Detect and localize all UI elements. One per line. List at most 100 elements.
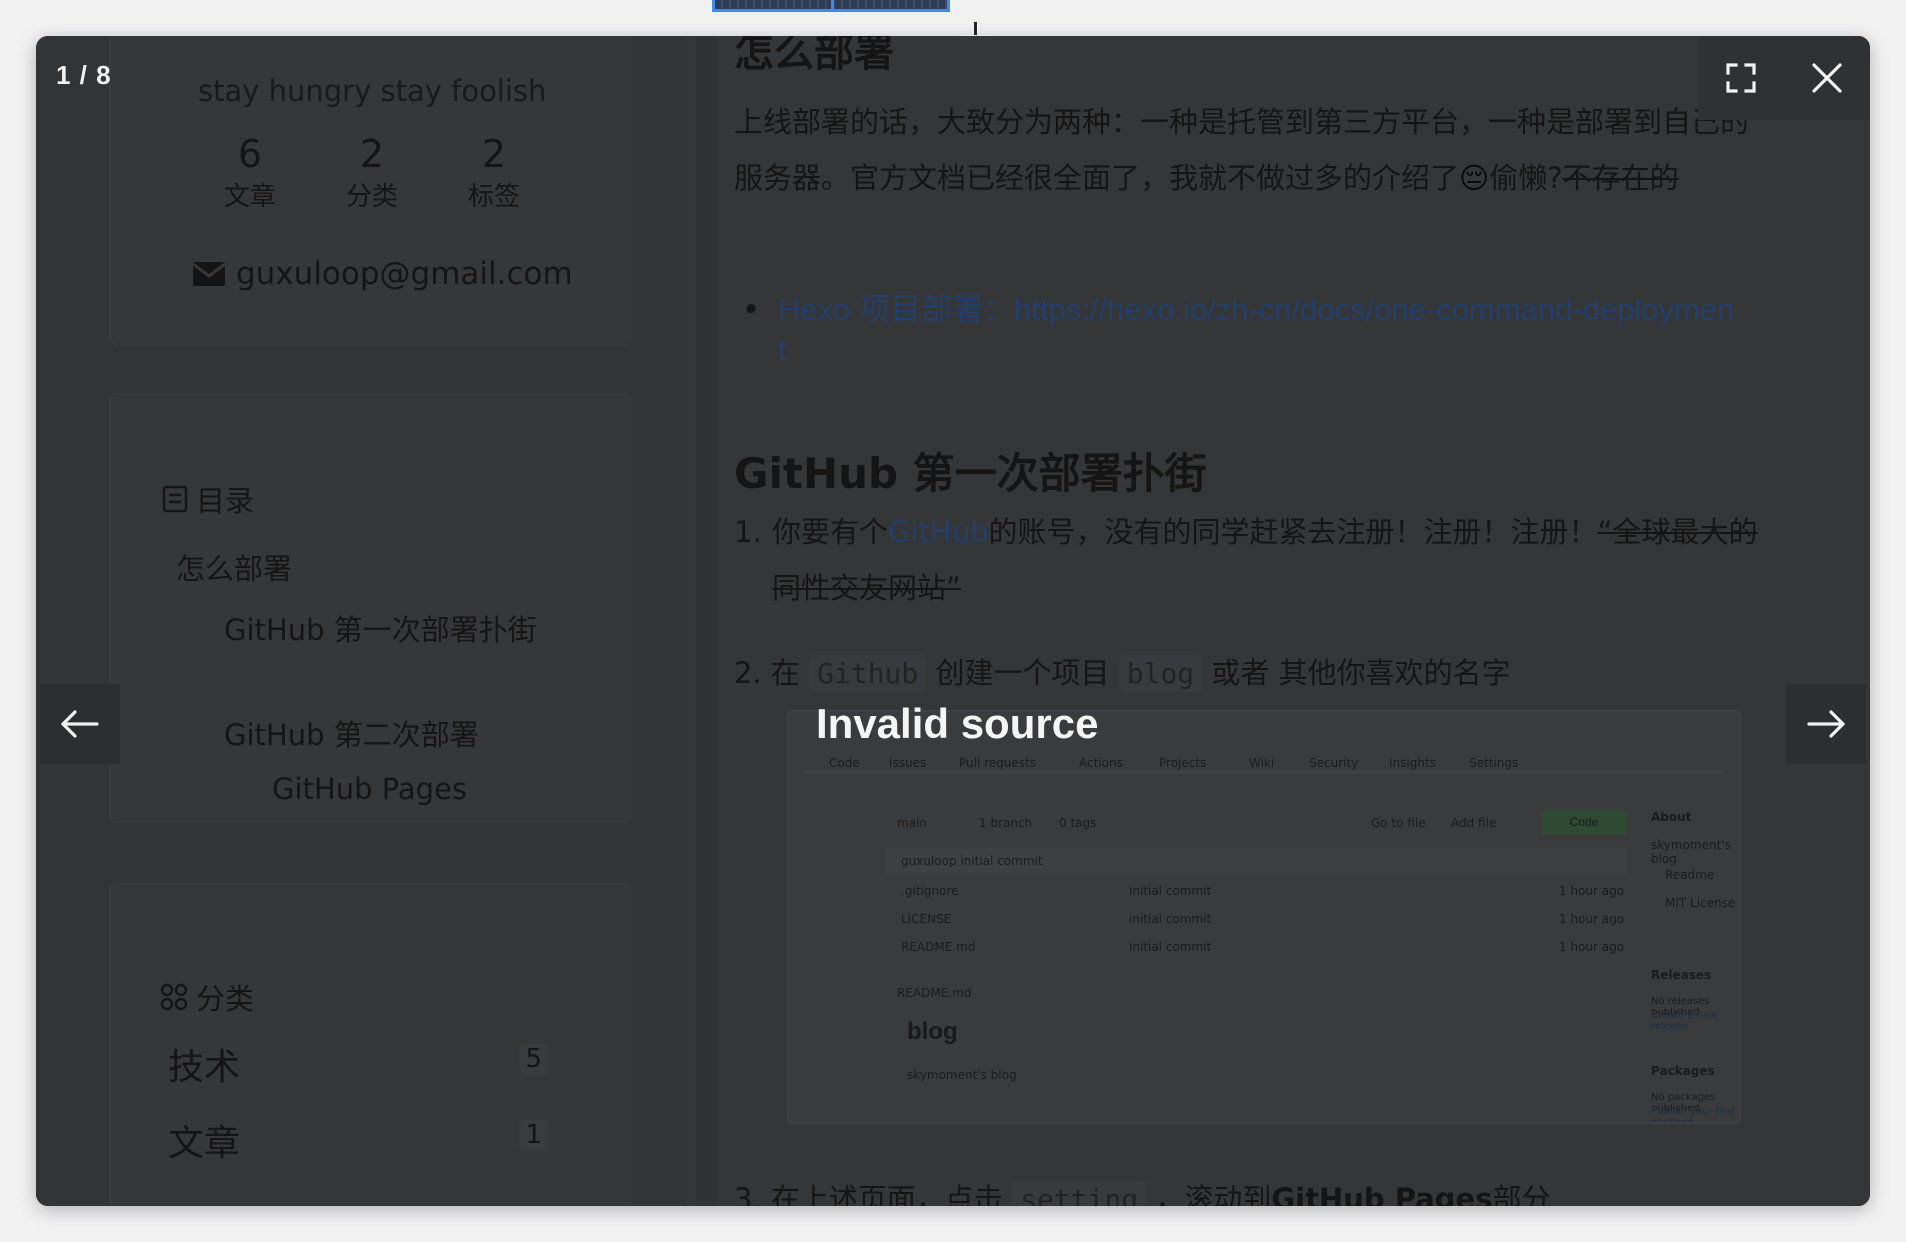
profile-email: guxuloop@gmail.com — [236, 256, 573, 292]
list-icon — [162, 485, 188, 513]
screenshot-tab-settings: Settings — [1469, 756, 1519, 770]
screenshot-tab-projects: Projects — [1159, 756, 1207, 770]
screenshot-tab-code: Code — [829, 756, 860, 770]
screenshot-branch: main — [897, 816, 927, 830]
screenshot-about-readme: Readme — [1665, 868, 1715, 882]
emoji-face: 😔 — [1459, 161, 1490, 195]
profile-card: stay hungry stay foolish 6 文章 2 分类 2 标签 … — [110, 36, 630, 344]
category-item-tech[interactable]: 技术 5 — [168, 1038, 548, 1088]
blog-page-background: stay hungry stay foolish 6 文章 2 分类 2 标签 … — [36, 36, 1870, 1206]
step1-prefix: 你要有个 — [772, 515, 889, 549]
selection-indicator — [712, 0, 950, 12]
category-count: 5 — [519, 1044, 548, 1074]
step3-prefix: 在上述页面，点击 — [770, 1182, 1003, 1206]
categories-header: 分类 — [160, 976, 254, 1018]
screenshot-file-readme: README.md — [901, 940, 976, 954]
category-grid-icon — [160, 983, 188, 1011]
bullet-label: Hexo 项目部署： — [778, 292, 1014, 327]
viewer-toolbar — [1698, 36, 1870, 120]
category-count: 1 — [519, 1120, 548, 1150]
screenshot-file-age: 1 hour ago — [1559, 940, 1625, 954]
screenshot-tab-issues: Issues — [889, 756, 927, 770]
step3-bold: GitHub Pages — [1271, 1182, 1493, 1206]
screenshot-tab-security: Security — [1309, 756, 1359, 770]
step-number: 1. — [734, 515, 762, 549]
profile-stat-tags[interactable]: 2 标签 — [454, 132, 534, 213]
screenshot-readme-label: README.md — [897, 986, 972, 1000]
category-item-articles[interactable]: 文章 1 — [168, 1114, 548, 1164]
screenshot-file-license: LICENSE — [901, 912, 952, 926]
github-repo-screenshot: Code Issues Pull requests Actions Projec… — [789, 712, 1739, 1122]
screenshot-file-gitignore: .gitignore — [901, 884, 959, 898]
screenshot-file-commit: initial commit — [1129, 940, 1212, 954]
screenshot-file-age: 1 hour ago — [1559, 912, 1625, 926]
toc-title: 目录 — [196, 484, 255, 518]
stat-label: 文章 — [223, 182, 276, 212]
toc-header: 目录 — [162, 478, 254, 520]
screenshot-tab-actions: Actions — [1079, 756, 1123, 770]
category-name: 文章 — [168, 1123, 241, 1164]
next-image-button[interactable] — [1786, 684, 1866, 764]
screenshot-about-desc: skymoment's blog — [1651, 838, 1731, 866]
profile-email-link[interactable]: guxuloop@gmail.com — [192, 256, 573, 292]
article-paragraph-deploy: 上线部署的话，大致分为两种：一种是托管到第三方平台，一种是部署到自己的服务器。官… — [734, 94, 1774, 206]
paragraph-text-after-emoji: 偷懒? — [1489, 161, 1563, 195]
step-number: 2. — [734, 656, 762, 690]
stat-label: 分类 — [345, 182, 398, 212]
toc-item-first-deploy[interactable]: GitHub 第一次部署扑街 — [224, 608, 544, 652]
category-name: 技术 — [168, 1047, 241, 1088]
article-step-2: 2. 在 Github 创建一个项目 blog 或者 其他你喜欢的名字 — [734, 648, 1774, 699]
screenshot-go-to-file: Go to file — [1371, 816, 1426, 830]
lightbox-viewer: stay hungry stay foolish 6 文章 2 分类 2 标签 … — [36, 36, 1870, 1206]
page-gutter — [696, 36, 718, 1206]
step2-suffix: 或者 其他你喜欢的名字 — [1211, 656, 1511, 690]
stat-label: 标签 — [467, 182, 520, 212]
toc-item-github-pages[interactable]: GitHub Pages — [272, 772, 467, 806]
step3-suffix: 部分 — [1492, 1182, 1551, 1206]
close-button[interactable] — [1784, 36, 1870, 120]
image-counter: 1 / 8 — [56, 60, 112, 90]
screenshot-tab-insights: Insights — [1389, 756, 1436, 770]
article-bullet-hexo: • Hexo 项目部署：https://hexo.io/zh-cn/docs/o… — [742, 290, 1742, 370]
screenshot-file-commit: initial commit — [1129, 912, 1212, 926]
article-step-3: 3. 在上述页面，点击 setting ，滚动到GitHub Pages部分 — [734, 1174, 1774, 1206]
step2-middle: 创建一个项目 — [935, 656, 1110, 690]
invalid-source-message: Invalid source — [816, 700, 1099, 747]
step-number: 3. — [734, 1182, 762, 1206]
screenshot-packages-title: Packages — [1651, 1064, 1715, 1078]
screenshot-tab-pull-requests: Pull requests — [959, 756, 1036, 770]
stat-count: 6 — [237, 132, 263, 176]
categories-card: 分类 技术 5 文章 1 — [110, 884, 630, 1206]
screenshot-branches: 1 branch — [979, 816, 1033, 830]
screenshot-about-title: About — [1651, 810, 1692, 824]
arrow-right-icon — [1807, 710, 1845, 738]
profile-motto: stay hungry stay foolish — [198, 74, 547, 108]
stat-count: 2 — [481, 132, 507, 176]
code-github: Github — [809, 655, 927, 692]
previous-image-button[interactable] — [40, 684, 120, 764]
toc-item-how-to-deploy[interactable]: 怎么部署 — [176, 546, 292, 588]
strikethrough-text: 不存在的 — [1562, 161, 1679, 195]
profile-stat-categories[interactable]: 2 分类 — [332, 132, 412, 213]
screenshot-readme-sub: skymoment's blog — [907, 1068, 1017, 1082]
screenshot-about-license: MIT License — [1665, 896, 1736, 910]
step1-suffix: 的账号，没有的同学赶紧去注册！注册！注册！ — [988, 515, 1598, 549]
fullscreen-icon — [1726, 63, 1756, 93]
toc-item-second-deploy[interactable]: GitHub 第二次部署 — [224, 712, 479, 754]
article-heading-first-deploy: GitHub 第一次部署扑街 — [734, 449, 1207, 498]
screenshot-tab-bar — [803, 770, 1723, 774]
screenshot-releases-link: Create a new release — [1651, 1010, 1718, 1032]
github-link[interactable]: GitHub — [888, 515, 989, 549]
screenshot-readme-title: blog — [907, 1018, 958, 1045]
screenshot-tags: 0 tags — [1059, 816, 1097, 830]
screenshot-packages-link: Publish your first package — [1651, 1106, 1736, 1122]
article-step-1: 1. 你要有个GitHub的账号，没有的同学赶紧去注册！注册！注册！“全球最大的… — [734, 504, 1774, 616]
screenshot-commit-author: guxuloop initial commit — [901, 854, 1043, 868]
step3-middle: ，滚动到 — [1155, 1182, 1272, 1206]
bullet-dot: • — [742, 292, 761, 328]
step2-prefix: 在 — [770, 656, 800, 690]
fullscreen-button[interactable] — [1698, 36, 1784, 120]
screenshot-file-age: 1 hour ago — [1559, 884, 1625, 898]
profile-stat-articles[interactable]: 6 文章 — [210, 132, 290, 213]
screenshot-file-commit: initial commit — [1129, 884, 1212, 898]
